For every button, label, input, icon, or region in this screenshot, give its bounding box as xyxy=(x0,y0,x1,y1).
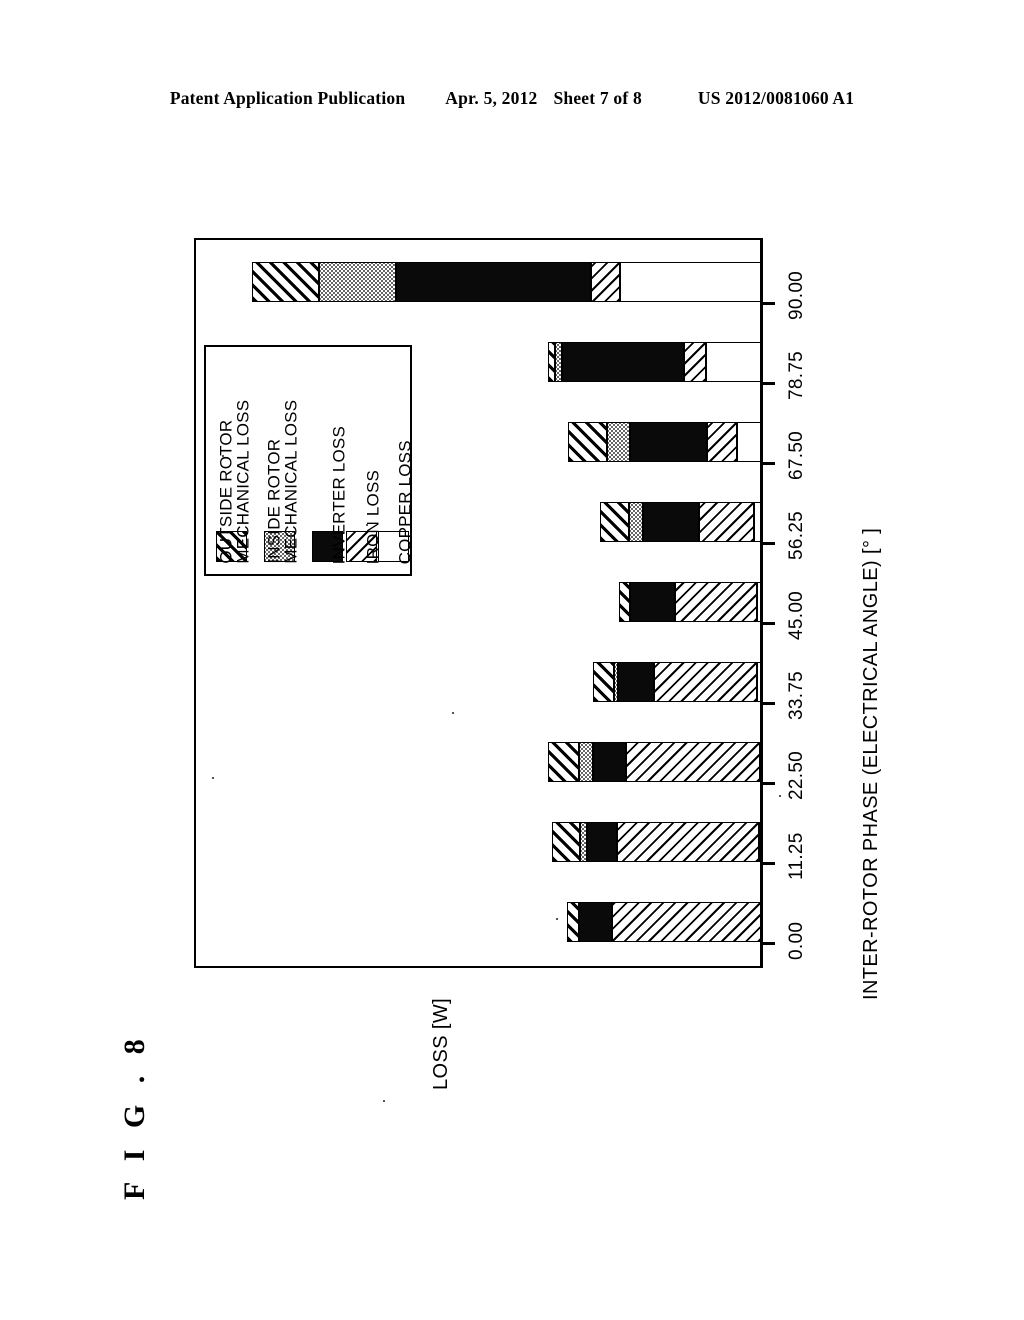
legend: OUTSIDE ROTOR MECHANICAL LOSS INSIDE ROTOR… xyxy=(204,345,415,576)
bar-segment-56-25-2 xyxy=(643,502,699,542)
scan-speck xyxy=(366,524,368,526)
category-label-11-25: 11.25 xyxy=(786,832,807,880)
bar-segment-45-00-4 xyxy=(757,582,761,622)
bar-segment-67-50-3 xyxy=(707,422,737,462)
bar-0-00 xyxy=(567,902,761,942)
bar-segment-22-50-4 xyxy=(760,742,762,782)
category-label-45-00: 45.00 xyxy=(786,590,807,640)
scan-speck xyxy=(212,777,214,779)
category-label-90-00: 90.00 xyxy=(786,270,807,320)
category-axis-title: INTER-ROTOR PHASE (ELECTRICAL ANGLE) [° … xyxy=(860,527,882,1000)
legend-label-outside_rotor_mechanical: OUTSIDE ROTOR MECHANICAL LOSS xyxy=(216,400,253,564)
bar-11-25 xyxy=(552,822,761,862)
bar-45-00 xyxy=(619,582,761,622)
category-label-56-25: 56.25 xyxy=(786,510,807,560)
bar-segment-67-50-2 xyxy=(630,422,707,462)
scan-speck xyxy=(383,1100,385,1102)
bar-segment-11-25-0 xyxy=(552,822,580,862)
bar-67-50 xyxy=(568,422,761,462)
bar-segment-22-50-1 xyxy=(579,742,593,782)
scan-speck xyxy=(556,918,558,920)
bar-segment-11-25-3 xyxy=(617,822,759,862)
bar-segment-11-25-1 xyxy=(580,822,587,862)
figure-label: F I G . 8 xyxy=(118,1032,151,1200)
bar-segment-11-25-4 xyxy=(759,822,761,862)
header-date-text: Apr. 5, 2012 xyxy=(445,88,538,108)
bar-segment-45-00-3 xyxy=(675,582,757,622)
bar-segment-45-00-0 xyxy=(619,582,630,622)
category-tick-45-00 xyxy=(762,622,775,625)
bar-segment-67-50-1 xyxy=(607,422,630,462)
bar-78-75 xyxy=(548,342,761,382)
category-label-33-75: 33.75 xyxy=(786,670,807,720)
category-label-67-50: 67.50 xyxy=(786,430,807,480)
bar-segment-78-75-4 xyxy=(706,342,761,382)
scan-speck xyxy=(452,712,454,714)
bar-segment-45-00-2 xyxy=(630,582,675,622)
scan-speck xyxy=(222,455,224,457)
bar-22-50 xyxy=(548,742,762,782)
bar-segment-90-00-3 xyxy=(591,262,620,302)
scan-speck xyxy=(779,795,781,797)
bar-segment-56-25-3 xyxy=(699,502,754,542)
bar-segment-67-50-4 xyxy=(737,422,761,462)
bar-segment-11-25-2 xyxy=(587,822,617,862)
bar-segment-33-75-4 xyxy=(757,662,761,702)
category-label-22-50: 22.50 xyxy=(786,750,807,800)
bar-segment-90-00-1 xyxy=(319,262,396,302)
publication-header: Patent Application Publication Apr. 5, 2… xyxy=(0,88,1024,109)
bar-segment-33-75-0 xyxy=(593,662,614,702)
bar-segment-33-75-2 xyxy=(618,662,654,702)
bar-segment-56-25-1 xyxy=(629,502,643,542)
bar-segment-56-25-0 xyxy=(600,502,629,542)
category-tick-22-50 xyxy=(762,782,775,785)
category-tick-11-25 xyxy=(762,862,775,865)
bar-segment-90-00-2 xyxy=(396,262,591,302)
category-tick-90-00 xyxy=(762,302,775,305)
category-label-78-75: 78.75 xyxy=(786,350,807,400)
legend-label-copper: COPPER LOSS xyxy=(395,439,415,564)
category-tick-0-00 xyxy=(762,942,775,945)
bar-segment-22-50-0 xyxy=(548,742,579,782)
category-tick-56-25 xyxy=(762,542,775,545)
category-tick-67-50 xyxy=(762,462,775,465)
bar-segment-0-00-0 xyxy=(567,902,579,942)
category-tick-78-75 xyxy=(762,382,775,385)
bar-segment-56-25-4 xyxy=(754,502,761,542)
bar-segment-0-00-3 xyxy=(612,902,761,942)
legend-label-inside_rotor_mechanical: INSIDE ROTOR MECHANICAL LOSS xyxy=(264,400,301,564)
bar-segment-22-50-2 xyxy=(593,742,626,782)
bar-segment-0-00-2 xyxy=(579,902,612,942)
bar-segment-67-50-0 xyxy=(568,422,607,462)
category-tick-33-75 xyxy=(762,702,775,705)
value-axis-title: LOSS [W] xyxy=(430,997,452,1090)
bar-56-25 xyxy=(600,502,761,542)
header-sheet-text: Sheet 7 of 8 xyxy=(553,88,642,108)
bar-segment-33-75-3 xyxy=(654,662,757,702)
bar-segment-90-00-4 xyxy=(620,262,761,302)
bar-segment-90-00-0 xyxy=(252,262,319,302)
bar-segment-78-75-1 xyxy=(555,342,562,382)
header-patent-number: US 2012/0081060 A1 xyxy=(697,88,855,108)
header-publication-text: Patent Application Publication xyxy=(169,88,406,108)
bar-segment-22-50-3 xyxy=(626,742,760,782)
bar-segment-78-75-3 xyxy=(684,342,706,382)
category-label-0-00: 0.00 xyxy=(786,921,807,960)
bar-90-00 xyxy=(252,262,761,302)
bar-segment-78-75-0 xyxy=(548,342,555,382)
bar-segment-78-75-2 xyxy=(562,342,684,382)
bar-33-75 xyxy=(593,662,761,702)
